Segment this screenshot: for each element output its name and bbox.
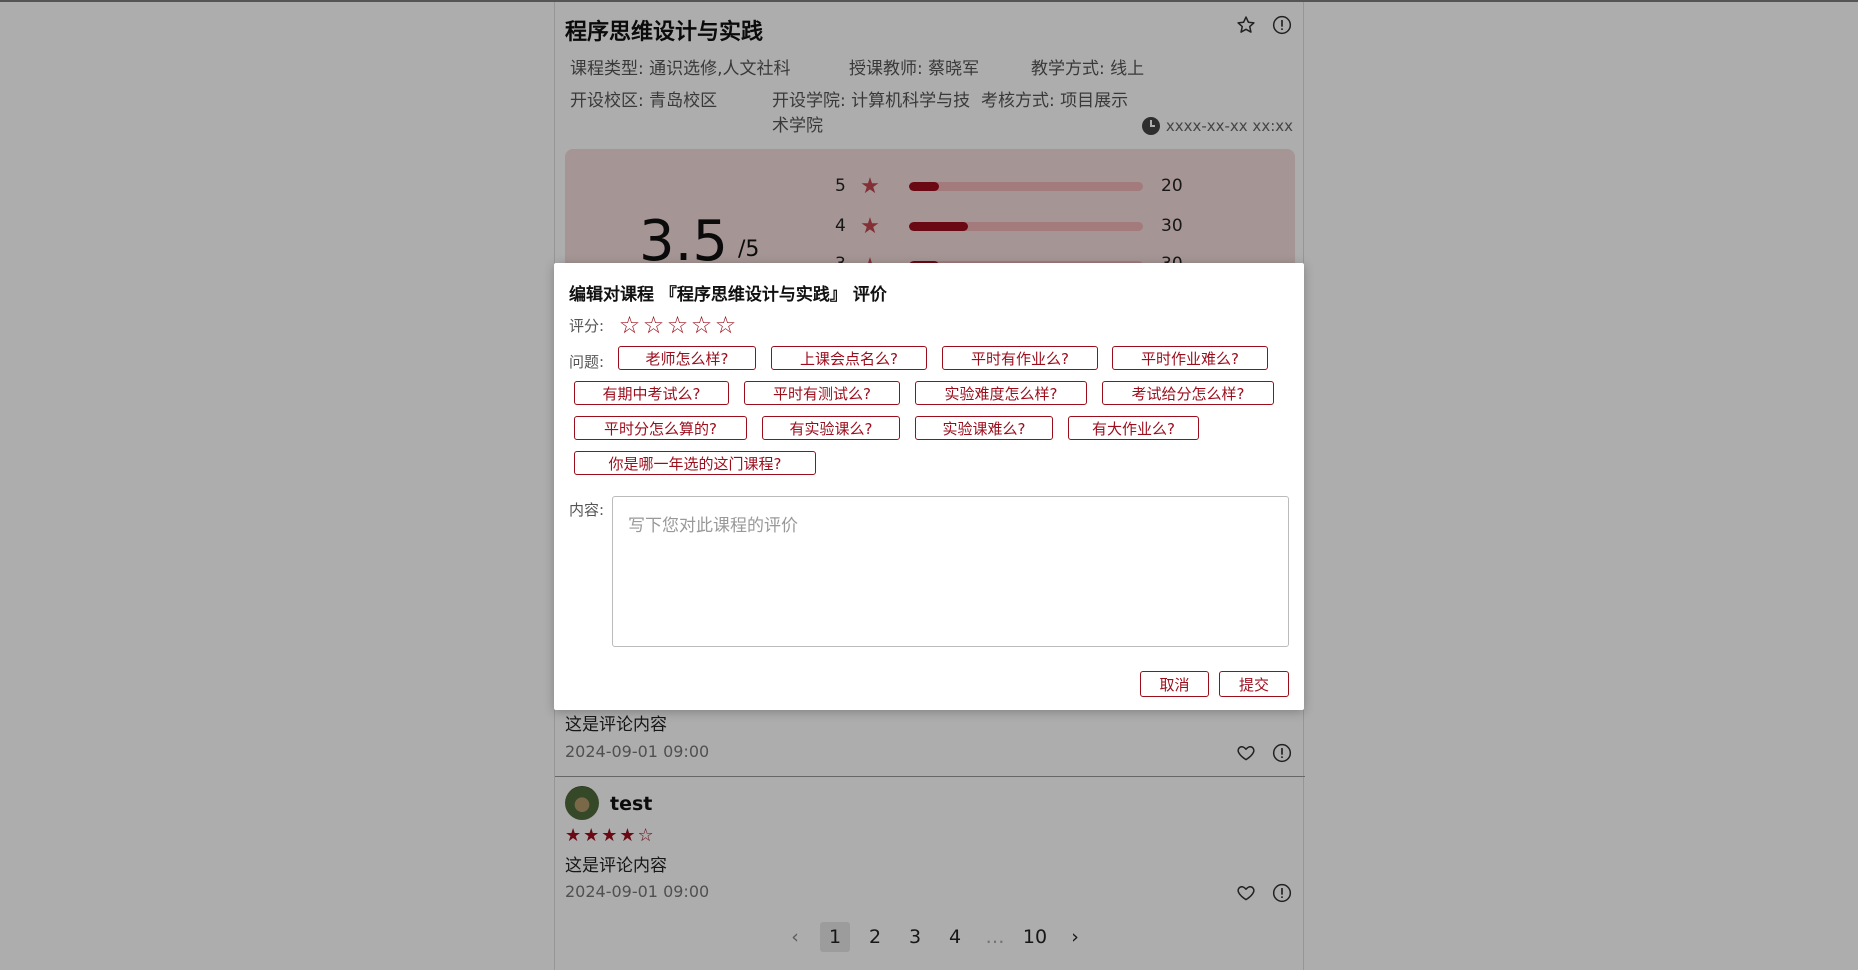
cancel-button[interactable]: 取消 <box>1140 671 1209 697</box>
question-chip[interactable]: 有期中考试么? <box>574 381 729 405</box>
question-chip[interactable]: 有实验课么? <box>762 416 900 440</box>
rating-label: 评分: <box>569 317 605 335</box>
question-chip[interactable]: 实验难度怎么样? <box>915 381 1087 405</box>
star-outline-icon[interactable]: ☆ <box>666 313 689 337</box>
star-outline-icon[interactable]: ☆ <box>690 313 713 337</box>
question-chip[interactable]: 老师怎么样? <box>618 346 756 370</box>
question-chip[interactable]: 你是哪一年选的这门课程? <box>574 451 816 475</box>
question-chip[interactable]: 有大作业么? <box>1068 416 1199 440</box>
star-outline-icon[interactable]: ☆ <box>618 313 641 337</box>
submit-button[interactable]: 提交 <box>1219 671 1289 697</box>
question-label: 问题: <box>569 353 605 371</box>
star-outline-icon[interactable]: ☆ <box>642 313 665 337</box>
rating-input: ☆ ☆ ☆ ☆ ☆ <box>618 313 737 337</box>
question-chip[interactable]: 考试给分怎么样? <box>1102 381 1274 405</box>
question-chip[interactable]: 平时有作业么? <box>942 346 1098 370</box>
question-chip[interactable]: 平时分怎么算的? <box>574 416 747 440</box>
review-content-textarea[interactable] <box>612 496 1289 647</box>
dialog-title: 编辑对课程 『程序思维设计与实践』 评价 <box>569 285 887 305</box>
content-label: 内容: <box>569 501 605 519</box>
edit-review-dialog: 编辑对课程 『程序思维设计与实践』 评价 评分: ☆ ☆ ☆ ☆ ☆ 问题: 老… <box>554 263 1304 710</box>
question-chip[interactable]: 平时作业难么? <box>1112 346 1268 370</box>
question-chip[interactable]: 上课会点名么? <box>771 346 927 370</box>
star-outline-icon[interactable]: ☆ <box>714 313 737 337</box>
question-chip[interactable]: 实验课难么? <box>915 416 1053 440</box>
question-chip[interactable]: 平时有测试么? <box>744 381 900 405</box>
